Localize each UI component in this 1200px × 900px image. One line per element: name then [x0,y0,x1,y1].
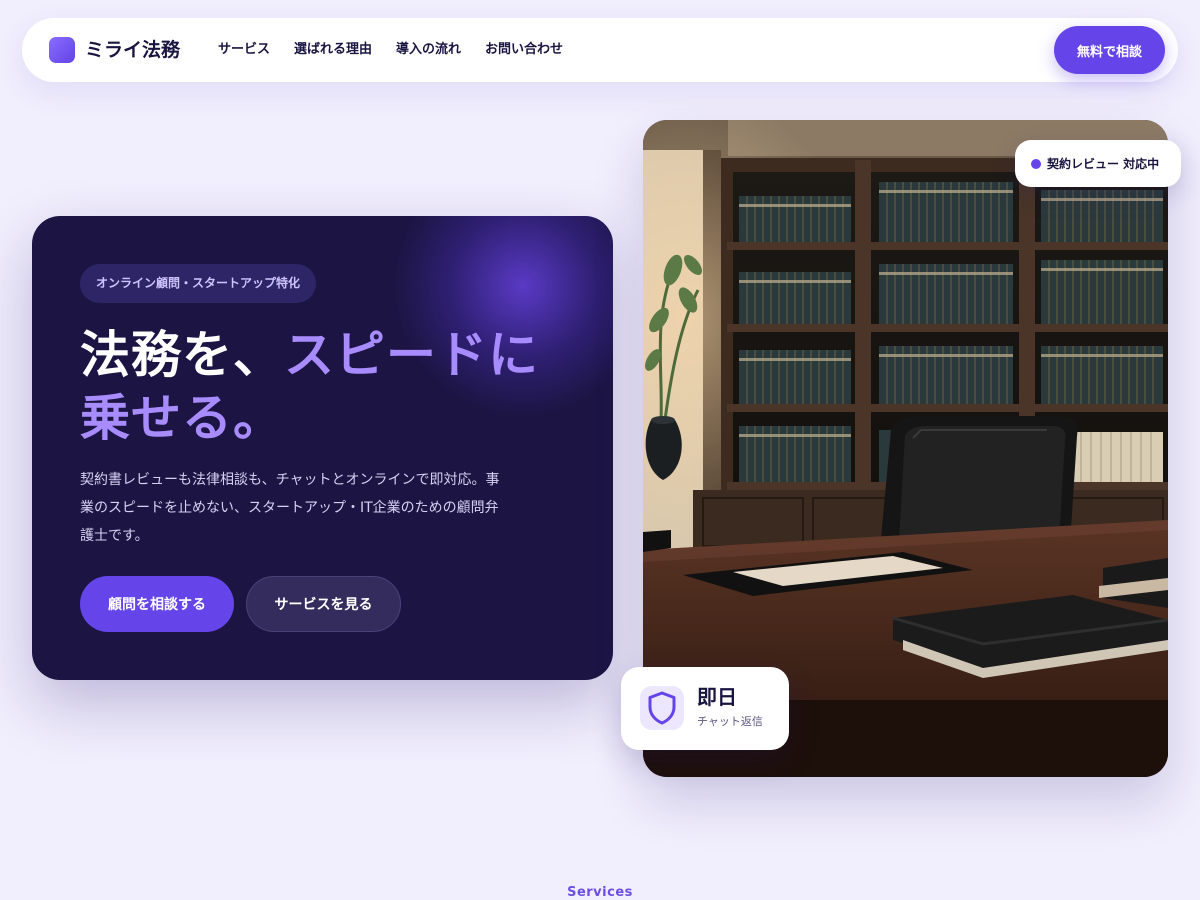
nav-link-services[interactable]: サービス [218,40,270,60]
view-services-button[interactable]: サービスを見る [246,576,401,632]
nav-link-flow[interactable]: 導入の流れ [396,40,461,60]
hero-lead: 契約書レビューも法律相談も、チャットとオンラインで即対応。事業のスピードを止めな… [80,472,500,544]
status-dot-icon [1031,158,1041,169]
shield-icon [648,691,676,725]
hero-card: オンライン顧問・スタートアップ特化 法務を、スピードに 乗せる。 契約書レビュー… [32,216,613,680]
top-nav: ミライ法務 サービス 選ばれる理由 導入の流れ お問い合わせ 無料で相談 [22,18,1178,82]
services-section-label: Services [567,885,633,900]
status-chip-label: 契約レビュー 対応中 [1047,157,1160,171]
brand-name[interactable]: ミライ法務 [85,37,180,63]
hero-headline: 法務を、スピードに 乗せる。 [80,324,580,450]
free-consult-button[interactable]: 無料で相談 [1054,26,1165,74]
headline-accent: スピードに [284,326,539,384]
logo-icon[interactable] [49,37,75,63]
status-chip: 契約レビュー 対応中 [1015,140,1181,187]
response-time-chip: 即日 チャット返信 [621,667,789,750]
nav-link-contact[interactable]: お問い合わせ [485,40,563,60]
response-time-value: 即日 [697,685,737,709]
main-menu: サービス 選ばれる理由 導入の流れ お問い合わせ [218,40,587,60]
consult-advisor-button[interactable]: 顧問を相談する [80,576,234,632]
nav-link-reasons[interactable]: 選ばれる理由 [294,40,372,60]
headline-part2: 乗せる。 [80,389,284,447]
shield-icon-box [640,686,684,730]
response-time-caption: チャット返信 [697,715,763,728]
hero-badge: オンライン顧問・スタートアップ特化 [80,264,317,303]
headline-part1: 法務を、 [80,326,284,384]
